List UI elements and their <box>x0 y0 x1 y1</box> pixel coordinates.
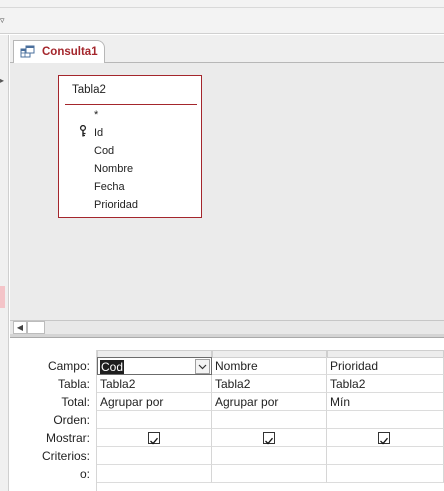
mostrar-checkbox-1[interactable] <box>148 432 160 445</box>
grid-cell-campo-3[interactable]: Prioridad <box>327 357 444 375</box>
grid-left-border <box>96 350 97 491</box>
grid-cell-tabla-1[interactable]: Tabla2 <box>97 375 212 393</box>
grid-cell-tabla-2[interactable]: Tabla2 <box>212 375 327 393</box>
checkmark-icon <box>265 437 273 445</box>
grid-cell-o-2[interactable] <box>212 465 327 483</box>
field-item-prioridad[interactable]: Prioridad <box>94 197 138 213</box>
grid-cell-criterios-3[interactable] <box>327 447 444 465</box>
grid-cell-campo-1[interactable]: Cod <box>97 357 212 375</box>
row-label-campo: Campo: <box>47 359 90 373</box>
campo-dropdown-button[interactable] <box>195 359 210 374</box>
mostrar-checkbox-2[interactable] <box>263 432 275 445</box>
grid-cell-campo-1-value: Cod <box>100 360 125 374</box>
grid-cell-mostrar-3[interactable] <box>327 429 444 447</box>
grid-cell-o-1[interactable] <box>97 465 212 483</box>
primary-key-icon <box>79 125 87 137</box>
grid-cell-mostrar-1[interactable] <box>97 429 212 447</box>
grid-cell-orden-1[interactable] <box>97 411 212 429</box>
field-list-tabla2[interactable]: Tabla2 * Id Cod Nombre Fecha Prioridad <box>58 75 202 218</box>
tab-consulta1[interactable]: Consulta1 <box>13 40 105 64</box>
grid-cell-total-2[interactable]: Agrupar por <box>212 393 327 411</box>
field-item-nombre[interactable]: Nombre <box>94 161 133 177</box>
query-design-upper-pane[interactable]: Tabla2 * Id Cod Nombre Fecha Prioridad <box>10 63 444 320</box>
scrollbar-thumb[interactable] <box>27 321 45 334</box>
row-label-tabla: Tabla: <box>57 377 90 391</box>
grid-cell-criterios-2[interactable] <box>212 447 327 465</box>
row-label-o: o: <box>79 467 90 481</box>
field-item-all[interactable]: * <box>94 107 98 123</box>
row-label-orden: Orden: <box>53 413 90 427</box>
navigation-selection-marker <box>0 286 5 308</box>
grid-cell-campo-2[interactable]: Nombre <box>212 357 327 375</box>
row-label-total: Total: <box>61 395 90 409</box>
field-item-cod[interactable]: Cod <box>94 143 114 159</box>
field-list-title[interactable]: Tabla2 <box>72 84 106 96</box>
ribbon-expand-chevron-icon[interactable]: ▿ <box>0 14 10 26</box>
grid-cell-orden-2[interactable] <box>212 411 327 429</box>
document-tab-row: Consulta1 <box>10 35 444 64</box>
checkmark-icon <box>380 437 388 445</box>
ribbon-collapsed-bar: ▿ <box>0 8 444 34</box>
grid-cell-mostrar-2[interactable] <box>212 429 327 447</box>
grid-cell-criterios-1[interactable] <box>97 447 212 465</box>
grid-cell-total-3[interactable]: Mín <box>327 393 444 411</box>
checkmark-icon <box>150 437 158 445</box>
grid-cell-total-1[interactable]: Agrupar por <box>97 393 212 411</box>
upper-pane-horizontal-scrollbar[interactable]: ◀ <box>10 320 444 334</box>
grid-cell-orden-3[interactable] <box>327 411 444 429</box>
field-item-fecha[interactable]: Fecha <box>94 179 125 195</box>
grid-cell-tabla-3[interactable]: Tabla2 <box>327 375 444 393</box>
grid-cell-o-3[interactable] <box>327 465 444 483</box>
row-label-mostrar: Mostrar: <box>45 431 90 445</box>
scroll-left-arrow-icon[interactable]: ◀ <box>13 321 27 334</box>
mostrar-checkbox-3[interactable] <box>378 432 390 445</box>
query-icon <box>20 45 35 58</box>
tab-label: Consulta1 <box>42 46 98 58</box>
navigation-pane-collapsed[interactable]: ▸ <box>0 35 9 491</box>
field-list-divider <box>65 104 197 105</box>
title-bar-strip <box>0 0 444 8</box>
row-label-criterios: Criterios: <box>41 449 90 463</box>
navigation-pane-expand-icon[interactable]: ▸ <box>0 75 8 87</box>
field-item-id[interactable]: Id <box>94 125 103 141</box>
chevron-down-icon <box>198 364 207 370</box>
query-design-grid: Campo: Tabla: Total: Orden: Mostrar: Cri… <box>10 338 444 491</box>
